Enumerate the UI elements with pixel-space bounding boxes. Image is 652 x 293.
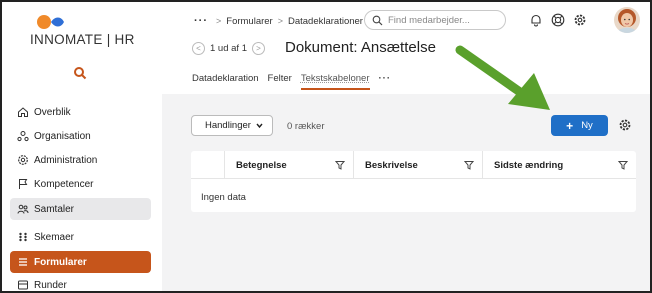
flag-icon xyxy=(17,178,29,190)
bell-icon[interactable] xyxy=(529,13,543,27)
sidebar-item-label: Formularer xyxy=(34,256,87,268)
home-icon xyxy=(17,106,29,118)
row-count: 0 rækker xyxy=(287,121,325,132)
rounds-icon xyxy=(17,279,29,291)
sidebar-item-runder[interactable]: Runder xyxy=(10,274,151,291)
sidebar-item-label: Skemaer xyxy=(34,231,75,243)
actions-dropdown-label: Handlinger xyxy=(205,120,251,131)
tab-datadeklaration[interactable]: Datadeklaration xyxy=(192,73,259,90)
table-settings-gear-icon[interactable] xyxy=(618,118,632,132)
new-button[interactable]: + Ny xyxy=(551,115,608,136)
help-lifebuoy-icon[interactable] xyxy=(551,13,565,27)
sidebar-item-label: Kompetencer xyxy=(34,178,94,190)
sidebar-item-overblik[interactable]: Overblik xyxy=(10,101,151,123)
more-tabs-icon[interactable]: ··· xyxy=(379,73,392,90)
filter-icon[interactable] xyxy=(335,160,345,170)
chevron-down-icon xyxy=(256,123,263,129)
user-avatar[interactable] xyxy=(614,7,640,33)
logo-mark-icon xyxy=(37,15,64,29)
people-icon xyxy=(17,203,29,215)
brand-name: INNOMATE | HR xyxy=(30,32,135,47)
data-table: Betegnelse Beskrivelse Sidste ændring In… xyxy=(191,151,636,212)
sidebar-item-label: Organisation xyxy=(34,130,91,142)
chevron-right-icon: > xyxy=(216,16,222,26)
breadcrumb-item[interactable]: Formularer xyxy=(226,16,272,27)
tab-tekstskabeloner[interactable]: Tekstskabeloner xyxy=(300,73,370,90)
sidebar-item-administration[interactable]: Administration xyxy=(10,149,151,171)
next-record-icon[interactable]: > xyxy=(251,42,265,55)
column-header-label: Sidste ændring xyxy=(494,159,564,171)
admin-gear-icon xyxy=(17,154,29,166)
new-button-label: Ny xyxy=(581,120,593,131)
sidebar-item-skemaer[interactable]: Skemaer xyxy=(10,226,151,248)
breadcrumb-item[interactable]: Datadeklarationer xyxy=(288,16,363,27)
settings-gear-icon[interactable] xyxy=(573,13,587,27)
employee-search-input[interactable]: Find medarbejder... xyxy=(364,10,506,30)
tab-bar: Datadeklaration Felter Tekstskabeloner ·… xyxy=(192,73,400,90)
sidebar-item-organisation[interactable]: Organisation xyxy=(10,125,151,147)
previous-record-icon[interactable]: < xyxy=(192,42,205,55)
pager-text: 1 ud af 1 xyxy=(210,43,247,54)
sidebar-item-samtaler[interactable]: Samtaler xyxy=(10,198,151,220)
sidebar-item-label: Overblik xyxy=(34,106,71,118)
column-header-beskrivelse[interactable]: Beskrivelse xyxy=(353,151,482,179)
column-header-label: Betegnelse xyxy=(236,159,287,171)
app-window: INNOMATE | HR Overblik Organisation Admi… xyxy=(0,0,652,293)
sidebar-item-formularer[interactable]: Formularer xyxy=(10,251,151,273)
table-header: Betegnelse Beskrivelse Sidste ændring xyxy=(191,151,636,179)
column-header-betegnelse[interactable]: Betegnelse xyxy=(224,151,353,179)
search-icon[interactable] xyxy=(73,66,87,80)
top-bar: ··· > Formularer > Datadeklarationer Fin… xyxy=(162,2,650,94)
actions-dropdown[interactable]: Handlinger xyxy=(191,115,273,136)
annotation-arrow-icon xyxy=(455,45,550,110)
search-icon xyxy=(372,15,383,25)
filter-icon[interactable] xyxy=(464,160,474,170)
search-placeholder: Find medarbejder... xyxy=(388,14,470,26)
sidebar-item-kompetencer[interactable]: Kompetencer xyxy=(10,173,151,195)
column-header-label: Beskrivelse xyxy=(365,159,418,171)
sidebar-item-label: Samtaler xyxy=(34,203,75,215)
empty-state-text: Ingen data xyxy=(201,192,246,203)
list-icon xyxy=(17,256,29,268)
plus-icon: + xyxy=(566,118,574,133)
org-icon xyxy=(17,130,29,142)
sidebar: INNOMATE | HR Overblik Organisation Admi… xyxy=(2,2,162,291)
sidebar-item-label: Runder xyxy=(34,279,67,291)
chevron-right-icon: > xyxy=(277,16,283,26)
record-pager: < 1 ud af 1 > xyxy=(192,42,265,55)
column-header-sidste-aendring[interactable]: Sidste ændring xyxy=(482,151,636,179)
breadcrumb: ··· > Formularer > Datadeklarationer xyxy=(194,15,363,27)
page-title: Dokument: Ansættelse xyxy=(285,39,436,56)
grid-dots-icon xyxy=(17,231,29,243)
brand-logo[interactable]: INNOMATE | HR xyxy=(30,14,140,50)
sidebar-item-label: Administration xyxy=(34,154,98,166)
filter-icon[interactable] xyxy=(618,160,628,170)
breadcrumb-more-icon[interactable]: ··· xyxy=(194,15,208,27)
tab-felter[interactable]: Felter xyxy=(268,73,292,90)
